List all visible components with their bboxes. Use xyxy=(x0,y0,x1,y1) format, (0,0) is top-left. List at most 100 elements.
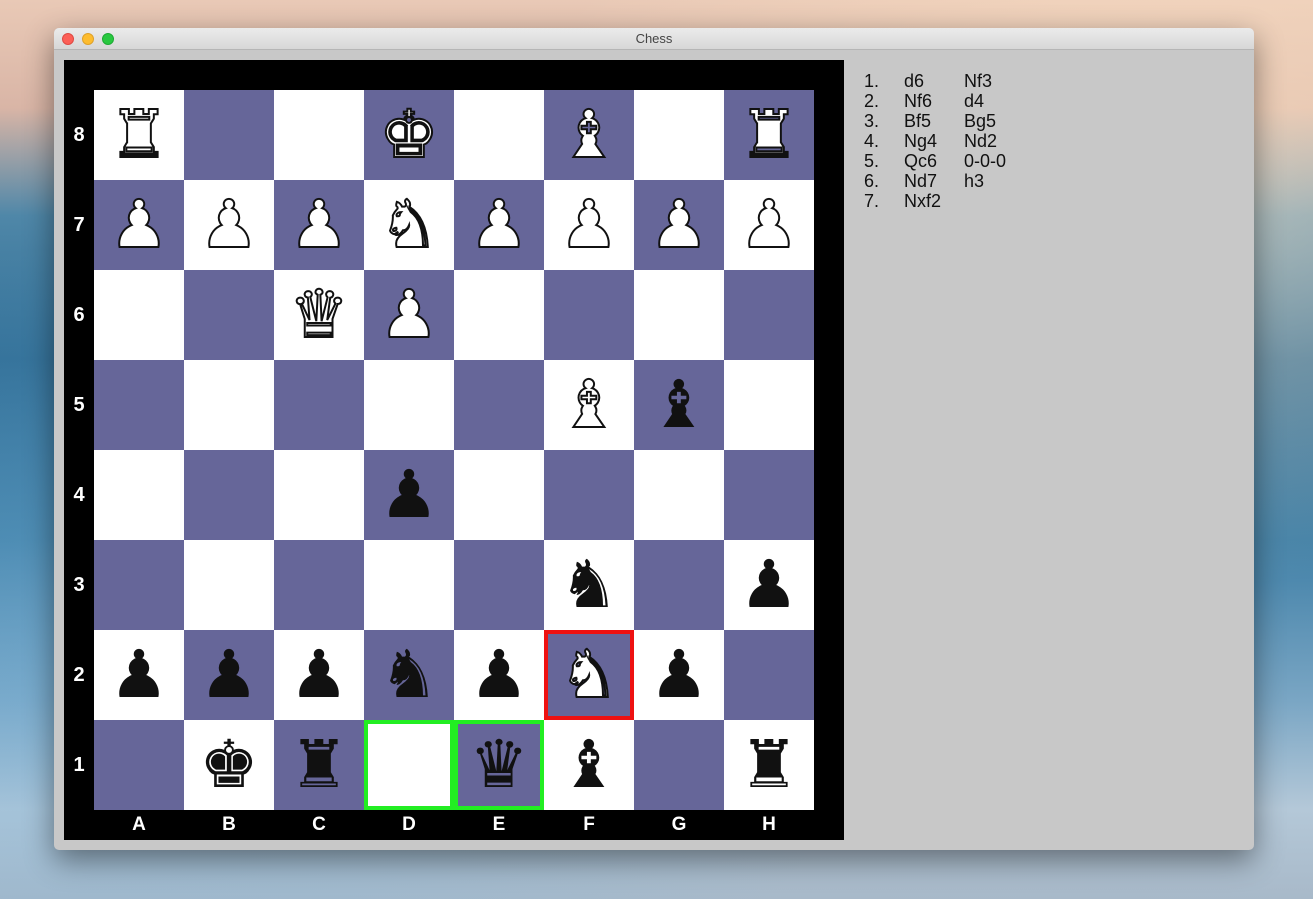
square-a4[interactable] xyxy=(94,450,184,540)
square-f1[interactable]: ♝ xyxy=(544,720,634,810)
square-f3[interactable]: ♞ xyxy=(544,540,634,630)
black-pawn-icon[interactable]: ♟ xyxy=(274,630,364,720)
white-pawn-icon[interactable]: ♟ xyxy=(724,180,814,270)
square-d5[interactable] xyxy=(364,360,454,450)
black-pawn-icon[interactable]: ♟ xyxy=(724,540,814,630)
square-f4[interactable] xyxy=(544,450,634,540)
square-b8[interactable] xyxy=(184,90,274,180)
square-h7[interactable]: ♟ xyxy=(724,180,814,270)
square-a1[interactable] xyxy=(94,720,184,810)
black-knight-icon[interactable]: ♞ xyxy=(544,540,634,630)
black-bishop-icon[interactable]: ♝ xyxy=(634,360,724,450)
square-c7[interactable]: ♟ xyxy=(274,180,364,270)
square-h1[interactable]: ♜ xyxy=(724,720,814,810)
black-pawn-icon[interactable]: ♟ xyxy=(364,450,454,540)
white-knight-icon[interactable]: ♞ xyxy=(544,630,634,720)
square-b2[interactable]: ♟ xyxy=(184,630,274,720)
square-d8[interactable]: ♚ xyxy=(364,90,454,180)
chess-board[interactable]: ♜ ♚ ♝ ♜ ♟ ♟ ♟ ♞ ♟ ♟ ♟ ♟ ♛ ♟ ♝ ♝ ♟ ♞ ♟ ♟ ♟ ♟ ♞ ♟ ♞ ♟ ♚ ♜ ♛ ♝ ♜ xyxy=(94,90,814,810)
square-g6[interactable] xyxy=(634,270,724,360)
square-h3[interactable]: ♟ xyxy=(724,540,814,630)
square-c4[interactable] xyxy=(274,450,364,540)
square-g8[interactable] xyxy=(634,90,724,180)
square-b3[interactable] xyxy=(184,540,274,630)
square-a2[interactable]: ♟ xyxy=(94,630,184,720)
square-e6[interactable] xyxy=(454,270,544,360)
square-c6[interactable]: ♛ xyxy=(274,270,364,360)
square-g5[interactable]: ♝ xyxy=(634,360,724,450)
square-h2[interactable] xyxy=(724,630,814,720)
square-a5[interactable] xyxy=(94,360,184,450)
square-c1[interactable]: ♜ xyxy=(274,720,364,810)
square-e7[interactable]: ♟ xyxy=(454,180,544,270)
white-bishop-icon[interactable]: ♝ xyxy=(544,90,634,180)
black-rook-icon[interactable]: ♜ xyxy=(724,720,814,810)
square-g2[interactable]: ♟ xyxy=(634,630,724,720)
square-e2[interactable]: ♟ xyxy=(454,630,544,720)
black-pawn-icon[interactable]: ♟ xyxy=(634,630,724,720)
white-rook-icon[interactable]: ♜ xyxy=(724,90,814,180)
black-move: Nf3 xyxy=(964,71,993,91)
white-queen-icon[interactable]: ♛ xyxy=(274,270,364,360)
black-rook-icon[interactable]: ♜ xyxy=(274,720,364,810)
square-e4[interactable] xyxy=(454,450,544,540)
square-d1[interactable] xyxy=(364,720,454,810)
black-knight-icon[interactable]: ♞ xyxy=(364,630,454,720)
square-d6[interactable]: ♟ xyxy=(364,270,454,360)
square-h8[interactable]: ♜ xyxy=(724,90,814,180)
square-e3[interactable] xyxy=(454,540,544,630)
square-d4[interactable]: ♟ xyxy=(364,450,454,540)
square-e5[interactable] xyxy=(454,360,544,450)
square-g3[interactable] xyxy=(634,540,724,630)
square-a8[interactable]: ♜ xyxy=(94,90,184,180)
black-pawn-icon[interactable]: ♟ xyxy=(94,630,184,720)
square-a3[interactable] xyxy=(94,540,184,630)
square-a7[interactable]: ♟ xyxy=(94,180,184,270)
square-g1[interactable] xyxy=(634,720,724,810)
square-c5[interactable] xyxy=(274,360,364,450)
square-b5[interactable] xyxy=(184,360,274,450)
white-move: Nd7 xyxy=(904,171,938,191)
white-pawn-icon[interactable]: ♟ xyxy=(454,180,544,270)
square-e8[interactable] xyxy=(454,90,544,180)
square-f5[interactable]: ♝ xyxy=(544,360,634,450)
square-d2[interactable]: ♞ xyxy=(364,630,454,720)
white-pawn-icon[interactable]: ♟ xyxy=(544,180,634,270)
square-c3[interactable] xyxy=(274,540,364,630)
square-h6[interactable] xyxy=(724,270,814,360)
square-c8[interactable] xyxy=(274,90,364,180)
square-h5[interactable] xyxy=(724,360,814,450)
white-pawn-icon[interactable]: ♟ xyxy=(184,180,274,270)
square-f7[interactable]: ♟ xyxy=(544,180,634,270)
square-b1[interactable]: ♚ xyxy=(184,720,274,810)
white-pawn-icon[interactable]: ♟ xyxy=(364,270,454,360)
black-pawn-icon[interactable]: ♟ xyxy=(454,630,544,720)
white-king-icon[interactable]: ♚ xyxy=(364,90,454,180)
square-d7[interactable]: ♞ xyxy=(364,180,454,270)
white-bishop-icon[interactable]: ♝ xyxy=(544,360,634,450)
square-f6[interactable] xyxy=(544,270,634,360)
white-pawn-icon[interactable]: ♟ xyxy=(634,180,724,270)
black-bishop-icon[interactable]: ♝ xyxy=(544,720,634,810)
black-pawn-icon[interactable]: ♟ xyxy=(184,630,274,720)
square-h4[interactable] xyxy=(724,450,814,540)
white-rook-icon[interactable]: ♜ xyxy=(94,90,184,180)
white-pawn-icon[interactable]: ♟ xyxy=(274,180,364,270)
square-a6[interactable] xyxy=(94,270,184,360)
square-f2[interactable]: ♞ xyxy=(544,630,634,720)
white-pawn-icon[interactable]: ♟ xyxy=(94,180,184,270)
square-b7[interactable]: ♟ xyxy=(184,180,274,270)
square-f8[interactable]: ♝ xyxy=(544,90,634,180)
square-b4[interactable] xyxy=(184,450,274,540)
title-bar[interactable]: Chess xyxy=(54,28,1254,50)
square-g7[interactable]: ♟ xyxy=(634,180,724,270)
square-d3[interactable] xyxy=(364,540,454,630)
black-queen-icon[interactable]: ♛ xyxy=(454,720,544,810)
white-move: Nf6 xyxy=(904,91,933,111)
white-knight-icon[interactable]: ♞ xyxy=(364,180,454,270)
square-g4[interactable] xyxy=(634,450,724,540)
square-c2[interactable]: ♟ xyxy=(274,630,364,720)
square-e1[interactable]: ♛ xyxy=(454,720,544,810)
black-king-icon[interactable]: ♚ xyxy=(184,720,274,810)
square-b6[interactable] xyxy=(184,270,274,360)
